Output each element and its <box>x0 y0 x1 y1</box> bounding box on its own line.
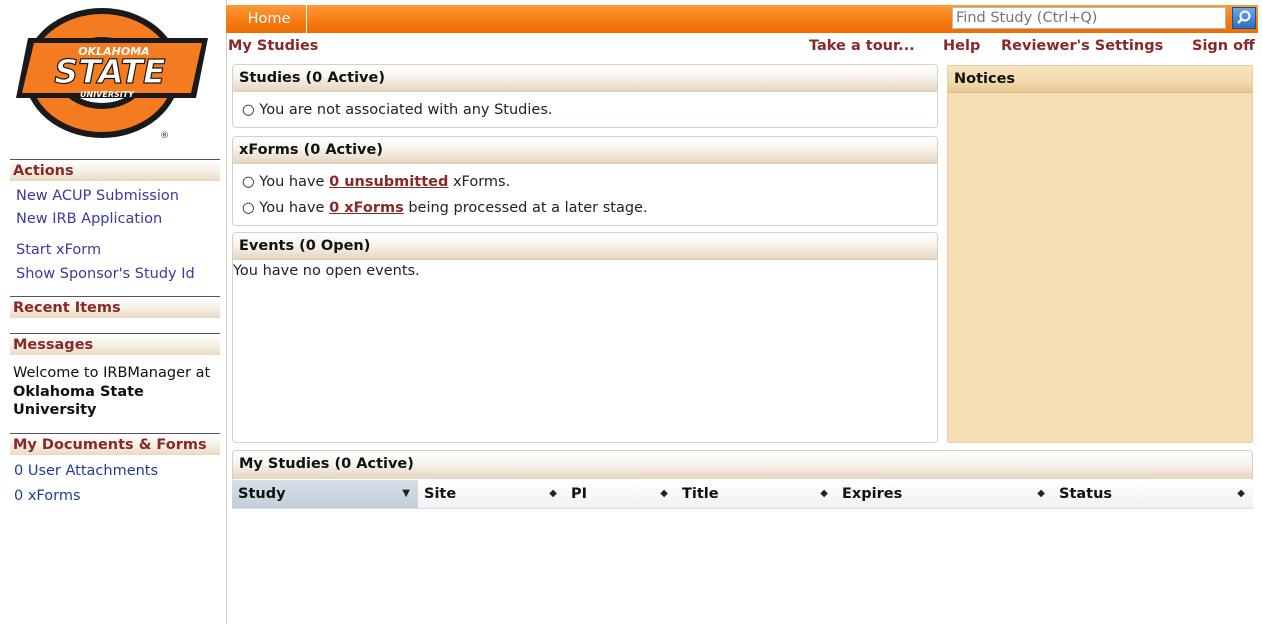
home-tab[interactable]: Home <box>232 5 307 33</box>
processing-xforms-link[interactable]: 0 xForms <box>329 200 404 216</box>
notices-panel: Notices <box>947 65 1253 443</box>
my-studies-nav-link[interactable]: My Studies <box>228 38 318 54</box>
studies-panel: Studies (0 Active) ○ You are not associa… <box>232 64 938 128</box>
xforms-count-link[interactable]: 0 xForms <box>14 488 81 504</box>
sign-off-link[interactable]: Sign off <box>1192 38 1255 54</box>
my-studies-panel-title: My Studies (0 Active) <box>233 451 1252 479</box>
start-xform-link[interactable]: Start xForm <box>16 242 101 258</box>
my-documents-forms-header: My Documents & Forms <box>10 433 220 455</box>
events-panel-title: Events (0 Open) <box>233 233 937 260</box>
column-header-expires[interactable]: Expires ◆ <box>836 480 1053 508</box>
recent-items-header[interactable]: Recent Items <box>10 296 220 318</box>
sort-icon: ◆ <box>1037 488 1045 499</box>
svg-text:UNIVERSITY: UNIVERSITY <box>80 90 135 99</box>
column-header-site[interactable]: Site ◆ <box>418 480 565 508</box>
osu-logo: OKLAHOMA STATE UNIVERSITY ® <box>16 8 208 141</box>
events-empty-message: You have no open events. <box>233 263 420 279</box>
column-header-study[interactable]: Study ▼ <box>232 480 418 508</box>
studies-table-header: Study ▼ Site ◆ PI ◆ Title ◆ Expires ◆ Status ◆ <box>232 480 1253 509</box>
my-studies-panel: My Studies (0 Active) <box>232 450 1253 480</box>
column-header-pi[interactable]: PI ◆ <box>565 480 676 508</box>
studies-panel-title: Studies (0 Active) <box>233 65 937 92</box>
xforms-unsubmitted-line: ○ You have 0 unsubmitted xForms. <box>242 174 511 190</box>
unsubmitted-xforms-link[interactable]: 0 unsubmitted <box>329 174 448 190</box>
sort-icon: ◆ <box>660 488 668 499</box>
take-a-tour-link[interactable]: Take a tour... <box>809 38 915 54</box>
events-panel: Events (0 Open) You have no open events. <box>232 232 938 443</box>
xforms-panel-title: xForms (0 Active) <box>233 137 937 164</box>
new-irb-application-link[interactable]: New IRB Application <box>16 211 162 227</box>
reviewers-settings-link[interactable]: Reviewer's Settings <box>1001 38 1163 54</box>
xforms-processing-line: ○ You have 0 xForms being processed at a… <box>242 200 648 216</box>
sort-icon: ◆ <box>549 488 557 499</box>
sort-desc-icon: ▼ <box>402 488 410 499</box>
messages-header: Messages <box>10 333 220 355</box>
column-header-title[interactable]: Title ◆ <box>676 480 836 508</box>
show-sponsor-study-id-link[interactable]: Show Sponsor's Study Id <box>16 266 195 282</box>
welcome-message: Welcome to IRBManager at Oklahoma State … <box>13 365 211 418</box>
svg-text:®: ® <box>160 131 169 141</box>
top-nav-bar: Home <box>226 5 1258 33</box>
svg-text:STATE: STATE <box>54 52 166 91</box>
search-button[interactable] <box>1232 7 1256 29</box>
column-header-status[interactable]: Status ◆ <box>1053 480 1253 508</box>
help-link[interactable]: Help <box>943 38 980 54</box>
find-study-input[interactable] <box>952 7 1226 29</box>
notices-title: Notices <box>948 66 1252 93</box>
xforms-panel: xForms (0 Active) ○ You have 0 unsubmitt… <box>232 136 938 226</box>
user-attachments-link[interactable]: 0 User Attachments <box>14 463 158 479</box>
search-icon <box>1237 10 1251 24</box>
studies-empty-message: ○ You are not associated with any Studie… <box>242 102 553 118</box>
left-sidebar: OKLAHOMA STATE UNIVERSITY ® Actions New … <box>0 0 227 624</box>
actions-header: Actions <box>10 159 220 181</box>
sort-icon: ◆ <box>1237 488 1245 499</box>
new-acup-submission-link[interactable]: New ACUP Submission <box>16 188 179 204</box>
sort-icon: ◆ <box>820 488 828 499</box>
